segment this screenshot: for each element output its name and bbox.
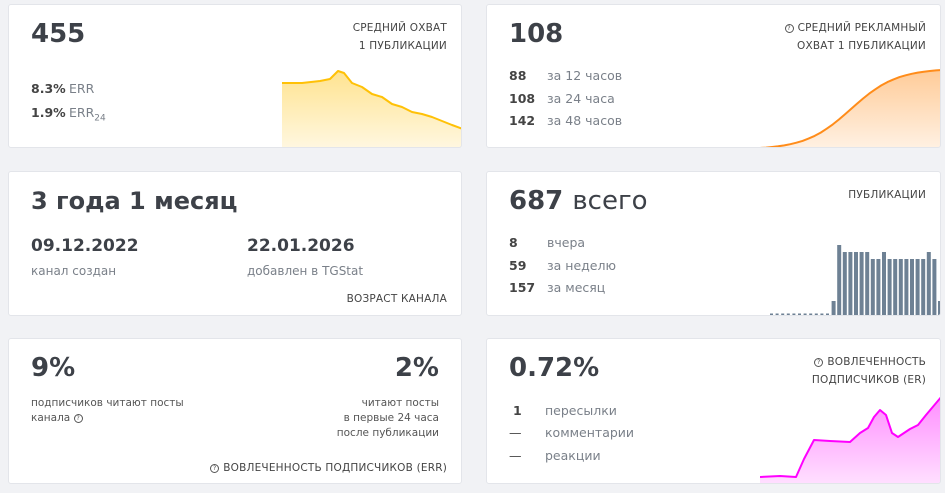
posts-bar [859,252,864,315]
err24-row: 1.9% ERR24 [31,105,106,124]
channel-age-value: 3 года 1 месяц [31,187,238,215]
ad-reach-row: 88 за 12 часов [509,68,623,83]
posts-bar [938,301,940,315]
created-label: канал создан [31,264,117,278]
posts-bar [831,301,836,315]
created-date: 09.12.2022 [31,236,139,256]
posts-bar [781,313,785,315]
posts-value: 687 всего [509,186,648,216]
help-icon: ? [73,414,83,423]
posts-card[interactable]: 687 всего ПУБЛИКАЦИИ 8 вчера 59 за неделю … [486,171,941,316]
er-value: 0.72% [509,353,600,383]
posts-bar [770,313,773,315]
err-left-value: 9% [31,353,76,383]
help-icon: ? [210,464,220,473]
ad-reach-sparkline [760,69,940,147]
er-row: 1 пересылки [513,403,617,418]
posts-bar [798,313,801,315]
posts-bar [786,313,790,315]
posts-bar [932,259,937,315]
posts-bar [915,259,920,315]
channel-age-card[interactable]: 3 года 1 месяц 09.12.2022 канал создан 2… [8,171,462,316]
posts-bar [814,313,818,315]
er-sparkline [760,396,940,483]
err-right-text: читают посты в первые 24 часа после публик… [336,397,439,439]
posts-bar [820,313,824,315]
posts-bar [837,245,842,315]
er-card[interactable]: 0.72% ? ВОВЛЕЧЕННОСТЬ ПОДПИСЧИКОВ (ER) 1 пе… [486,338,941,484]
posts-row: 8 вчера [509,235,586,250]
posts-bar [870,259,875,315]
err-right-value: 2% [394,353,439,383]
posts-row: 59 за неделю [509,258,616,273]
posts-row: 157 за месяц [509,280,606,295]
err-left-text: подписчиков читают посты канала ? [31,397,184,424]
reach-sparkline [282,70,461,147]
posts-bar [854,252,858,315]
avg-reach-value: 455 [31,19,86,49]
err-row: 8.3% ERR [31,81,95,96]
posts-bar [887,259,892,315]
err-label: ? ВОВЛЕЧЕННОСТЬ ПОДПИСЧИКОВ (ERR) [210,459,447,477]
added-date: 22.01.2026 [247,236,355,256]
posts-bar [775,313,779,315]
posts-bar [904,259,909,315]
posts-bar [842,252,847,315]
posts-bar [893,259,898,315]
channel-age-label: ВОЗРАСТ КАНАЛА [346,293,447,305]
posts-bar [865,252,870,315]
posts-bar [921,259,926,315]
ad-reach-value: 108 [509,19,564,49]
posts-bar [809,313,813,315]
sparkline-area [760,398,940,483]
posts-bar [898,259,903,315]
err-card[interactable]: 9% подписчиков читают посты канала ? 2% ч… [8,338,462,484]
ad-reach-card[interactable]: 108 ? СРЕДНИЙ РЕКЛАМНЫЙ ОХВАТ 1 ПУБЛИКАЦИИ… [486,4,941,148]
posts-bar [848,252,853,315]
posts-bar [876,259,881,315]
added-label: добавлен в TGStat [247,264,364,278]
posts-bar [826,313,829,315]
posts-bar [803,313,807,315]
er-row: — реакции [509,448,601,463]
ad-reach-row: 108 за 24 часа [509,91,615,106]
posts-bar [882,252,886,315]
avg-reach-card[interactable]: 455 СРЕДНИЙ ОХВАТ 1 ПУБЛИКАЦИИ 8.3% ERR 1.… [8,4,462,148]
posts-bar-chart [770,245,940,315]
ad-reach-row: 142 за 48 часов [509,113,623,128]
er-row: — комментарии [509,425,635,440]
posts-bar [792,313,796,315]
posts-bar [926,252,931,315]
posts-bar [910,259,914,315]
